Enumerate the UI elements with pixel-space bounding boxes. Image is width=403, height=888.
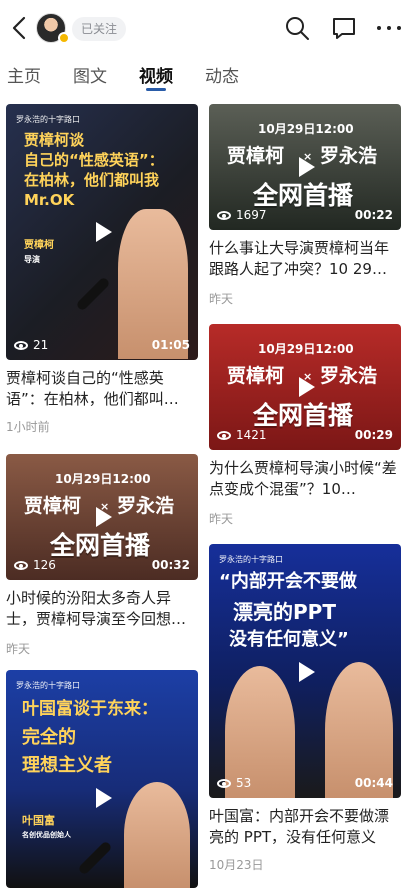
view-count: 1421 — [217, 428, 267, 442]
follow-status-badge[interactable]: 已关注 — [72, 17, 127, 41]
thumbnail-brand: 罗永浩的十字路口 — [16, 681, 80, 690]
speaker-name: 叶国富 — [22, 814, 55, 827]
video-duration: 00:32 — [151, 558, 190, 572]
thumbnail-headline: 自己的“性感英语”： — [24, 151, 164, 169]
eye-icon — [14, 561, 28, 570]
video-thumbnail[interactable]: 10月29日12:00 贾樟柯 × 罗永浩 全网首播 1421 00:29 — [209, 324, 401, 450]
video-duration: 01:05 — [151, 338, 190, 352]
thumbnail-headline: 没有任何意义” — [229, 629, 349, 650]
speaker-role: 导演 — [24, 255, 40, 264]
tab-videos[interactable]: 视频 — [139, 62, 173, 87]
thumbnail-host: 贾樟柯 — [227, 145, 285, 167]
thumbnail-headline: Mr.OK — [24, 191, 75, 209]
publish-time: 昨天 — [209, 292, 234, 306]
more-icon[interactable] — [375, 14, 403, 42]
thumbnail-guest: 罗永浩 — [320, 365, 378, 387]
view-count: 126 — [14, 558, 56, 572]
publish-time: 1小时前 — [6, 420, 50, 434]
video-thumbnail[interactable]: 10月29日12:00 贾樟柯 × 罗永浩 全网首播 126 00:32 — [6, 454, 198, 580]
thumbnail-brand: 罗永浩的十字路口 — [16, 115, 80, 124]
view-count: 53 — [217, 776, 251, 790]
verified-badge-icon — [58, 32, 70, 44]
thumbnail-headline: 完全的 — [22, 727, 76, 748]
thumbnail-brand: 罗永浩的十字路口 — [219, 555, 283, 564]
speaker-name: 贾樟柯 — [24, 240, 54, 251]
publish-time: 昨天 — [209, 512, 234, 526]
video-thumbnail[interactable]: 罗永浩的十字路口 贾樟柯谈 自己的“性感英语”： 在柏林，他们都叫我 Mr.OK… — [6, 104, 198, 360]
eye-icon — [217, 211, 231, 220]
search-icon[interactable] — [283, 14, 311, 42]
thumbnail-headline: 在柏林，他们都叫我 — [24, 171, 160, 189]
play-icon[interactable] — [96, 222, 112, 242]
thumbnail-headline: 贾樟柯谈 — [24, 131, 85, 149]
eye-icon — [14, 341, 28, 350]
thumbnail-headline: 理想主义者 — [22, 755, 112, 776]
microphone — [75, 276, 111, 312]
thumbnail-date: 10月29日12:00 — [258, 122, 354, 136]
video-card[interactable]: 罗永浩的十字路口 “内部开会不要做 漂亮的PPT 没有任何意义” 53 00:4… — [209, 542, 401, 872]
video-card[interactable]: 10月29日12:00 贾樟柯 × 罗永浩 全网首播 1697 00:22 什么… — [209, 102, 401, 308]
video-duration: 00:29 — [354, 428, 393, 442]
eye-icon — [217, 431, 231, 440]
play-icon[interactable] — [299, 662, 315, 682]
microphone — [77, 840, 113, 876]
thumbnail-host: 贾樟柯 — [227, 365, 285, 387]
profile-tabs: 主页 图文 视频 动态 — [0, 58, 403, 94]
video-duration: 00:22 — [354, 208, 393, 222]
video-title[interactable]: 为什么贾樟柯导演小时候“差点变成个混蛋”？10… — [209, 458, 401, 500]
video-title[interactable]: 贾樟柯谈自己的“性感英语”：在柏林，他们都叫… — [6, 368, 198, 410]
video-title[interactable]: 什么事让大导演贾樟柯当年跟路人起了冲突？10 29… — [209, 238, 401, 280]
thumbnail-banner: 全网首播 — [253, 401, 354, 430]
video-card[interactable]: 罗永浩的十字路口 叶国富谈于东来： 完全的 理想主义者 叶国富 名创优品创始人 — [6, 670, 198, 888]
thumbnail-headline: 漂亮的PPT — [233, 600, 336, 624]
video-card[interactable]: 10月29日12:00 贾樟柯 × 罗永浩 全网首播 126 00:32 小时候… — [6, 452, 198, 658]
tab-articles[interactable]: 图文 — [73, 62, 107, 87]
video-thumbnail[interactable]: 10月29日12:00 贾樟柯 × 罗永浩 全网首播 1697 00:22 — [209, 104, 401, 230]
video-thumbnail[interactable]: 罗永浩的十字路口 叶国富谈于东来： 完全的 理想主义者 叶国富 名创优品创始人 — [6, 670, 198, 888]
view-count: 21 — [14, 338, 48, 352]
tab-updates[interactable]: 动态 — [205, 62, 239, 87]
video-card[interactable]: 罗永浩的十字路口 贾樟柯谈 自己的“性感英语”： 在柏林，他们都叫我 Mr.OK… — [6, 102, 198, 446]
active-tab-indicator — [146, 88, 166, 91]
tab-home[interactable]: 主页 — [7, 62, 41, 87]
video-title[interactable]: 叶国富：内部开会不要做漂亮的 PPT，没有任何意义 — [209, 806, 401, 848]
thumbnail-guest: 罗永浩 — [117, 495, 175, 517]
video-title[interactable]: 小时候的汾阳太多奇人异士，贾樟柯导演至今回想… — [6, 588, 198, 630]
view-count: 1697 — [217, 208, 267, 222]
message-icon[interactable] — [330, 14, 358, 42]
video-duration: 00:44 — [354, 776, 393, 790]
back-chevron-icon[interactable] — [8, 14, 32, 42]
speaker-figure — [118, 209, 188, 359]
eye-icon — [217, 779, 231, 788]
video-thumbnail[interactable]: 罗永浩的十字路口 “内部开会不要做 漂亮的PPT 没有任何意义” 53 00:4… — [209, 544, 401, 798]
thumbnail-banner: 全网首播 — [50, 531, 151, 560]
thumbnail-guest: 罗永浩 — [320, 145, 378, 167]
play-icon[interactable] — [96, 788, 112, 808]
play-icon[interactable] — [299, 377, 315, 397]
speaker-role: 名创优品创始人 — [22, 831, 71, 839]
thumbnail-banner: 全网首播 — [253, 181, 354, 210]
speaker-figure — [124, 782, 190, 888]
video-card[interactable]: 10月29日12:00 贾樟柯 × 罗永浩 全网首播 1421 00:29 为什… — [209, 322, 401, 528]
play-icon[interactable] — [299, 157, 315, 177]
top-bar: 已关注 — [0, 0, 403, 56]
thumbnail-host: 贾樟柯 — [24, 495, 82, 517]
thumbnail-headline: 叶国富谈于东来： — [22, 699, 158, 719]
thumbnail-date: 10月29日12:00 — [258, 342, 354, 356]
thumbnail-date: 10月29日12:00 — [55, 472, 151, 486]
publish-time: 昨天 — [6, 642, 31, 656]
play-icon[interactable] — [96, 507, 112, 527]
thumbnail-headline: “内部开会不要做 — [219, 571, 357, 592]
publish-time: 10月23日 — [209, 858, 264, 872]
video-feed: 罗永浩的十字路口 贾樟柯谈 自己的“性感英语”： 在柏林，他们都叫我 Mr.OK… — [0, 102, 403, 888]
